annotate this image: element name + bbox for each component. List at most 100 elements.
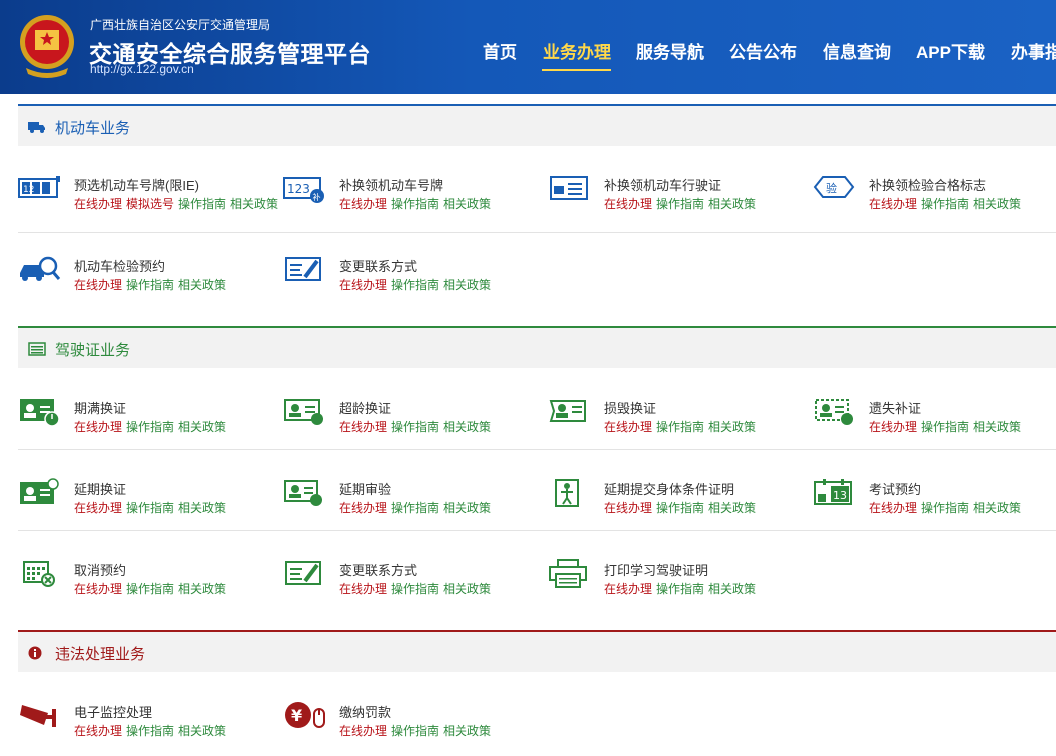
- online-link[interactable]: 在线办理: [869, 501, 917, 515]
- item-delay-health-proof[interactable]: 延期提交身体条件证明 在线办理 操作指南 相关政策: [548, 478, 808, 522]
- item-title[interactable]: 遗失补证: [869, 398, 921, 417]
- item-title[interactable]: 取消预约: [74, 560, 126, 579]
- item-title[interactable]: 变更联系方式: [339, 560, 417, 579]
- online-link[interactable]: 在线办理: [74, 197, 122, 211]
- nav-home[interactable]: 首页: [483, 38, 517, 63]
- item-replace-inspection-mark[interactable]: 验 补换领检验合格标志 在线办理 操作指南 相关政策: [813, 174, 1056, 218]
- online-link[interactable]: 在线办理: [604, 582, 652, 596]
- policy-link[interactable]: 相关政策: [708, 197, 756, 211]
- guide-link[interactable]: 操作指南: [178, 197, 226, 211]
- guide-link[interactable]: 操作指南: [126, 278, 174, 292]
- nav-info-query[interactable]: 信息查询: [823, 38, 891, 63]
- guide-link[interactable]: 操作指南: [126, 420, 174, 434]
- item-title[interactable]: 超龄换证: [339, 398, 391, 417]
- item-vehicle-change-contact[interactable]: 变更联系方式 在线办理 操作指南 相关政策: [283, 255, 543, 299]
- policy-link[interactable]: 相关政策: [178, 582, 226, 596]
- item-delay-renewal[interactable]: 延期换证 在线办理 操作指南 相关政策: [18, 478, 278, 522]
- nav-announcements[interactable]: 公告公布: [729, 38, 797, 63]
- item-pay-fine[interactable]: ¥ 缴纳罚款 在线办理 操作指南 相关政策: [283, 701, 543, 745]
- policy-link[interactable]: 相关政策: [443, 582, 491, 596]
- item-title[interactable]: 打印学习驾驶证明: [604, 560, 708, 579]
- policy-link[interactable]: 相关政策: [708, 420, 756, 434]
- item-title[interactable]: 考试预约: [869, 479, 921, 498]
- nav-guide[interactable]: 办事指: [1011, 38, 1056, 63]
- policy-link[interactable]: 相关政策: [443, 420, 491, 434]
- item-camera-violation[interactable]: 电子监控处理 在线办理 操作指南 相关政策: [18, 701, 278, 745]
- online-link[interactable]: 在线办理: [74, 420, 122, 434]
- online-link[interactable]: 在线办理: [339, 420, 387, 434]
- policy-link[interactable]: 相关政策: [178, 724, 226, 738]
- online-link[interactable]: 在线办理: [339, 582, 387, 596]
- policy-link[interactable]: 相关政策: [178, 501, 226, 515]
- policy-link[interactable]: 相关政策: [178, 420, 226, 434]
- item-cancel-booking[interactable]: 取消预约 在线办理 操作指南 相关政策: [18, 559, 278, 603]
- guide-link[interactable]: 操作指南: [656, 197, 704, 211]
- item-title[interactable]: 损毁换证: [604, 398, 656, 417]
- guide-link[interactable]: 操作指南: [921, 197, 969, 211]
- nav-app-download[interactable]: APP下载: [916, 38, 985, 63]
- policy-link[interactable]: 相关政策: [708, 501, 756, 515]
- item-replace-plate[interactable]: 123 补 补换领机动车号牌 在线办理 操作指南 相关政策: [283, 174, 543, 218]
- policy-link[interactable]: 相关政策: [230, 197, 278, 211]
- guide-link[interactable]: 操作指南: [921, 420, 969, 434]
- item-damaged-renewal[interactable]: 损毁换证 在线办理 操作指南 相关政策: [548, 397, 808, 441]
- item-title[interactable]: 延期提交身体条件证明: [604, 479, 734, 498]
- online-link[interactable]: 在线办理: [74, 724, 122, 738]
- item-delay-review[interactable]: 延期审验 在线办理 操作指南 相关政策: [283, 478, 543, 522]
- online-link[interactable]: 在线办理: [339, 278, 387, 292]
- policy-link[interactable]: 相关政策: [973, 501, 1021, 515]
- guide-link[interactable]: 操作指南: [126, 501, 174, 515]
- policy-link[interactable]: 相关政策: [443, 724, 491, 738]
- guide-link[interactable]: 操作指南: [126, 724, 174, 738]
- item-title[interactable]: 预选机动车号牌(限IE): [74, 175, 199, 194]
- item-preselect-plate[interactable]: 12 预选机动车号牌(限IE) 在线办理 模拟选号 操作指南 相关政策: [18, 174, 278, 218]
- online-link[interactable]: 在线办理: [604, 420, 652, 434]
- item-print-learner-cert[interactable]: 打印学习驾驶证明 在线办理 操作指南 相关政策: [548, 559, 808, 603]
- item-title[interactable]: 延期换证: [74, 479, 126, 498]
- nav-business[interactable]: 业务办理: [543, 38, 611, 63]
- policy-link[interactable]: 相关政策: [443, 197, 491, 211]
- guide-link[interactable]: 操作指南: [391, 197, 439, 211]
- policy-link[interactable]: 相关政策: [973, 197, 1021, 211]
- guide-link[interactable]: 操作指南: [391, 420, 439, 434]
- online-link[interactable]: 在线办理: [339, 197, 387, 211]
- item-lost-replacement[interactable]: 遗失补证 在线办理 操作指南 相关政策: [813, 397, 1056, 441]
- guide-link[interactable]: 操作指南: [391, 724, 439, 738]
- item-title[interactable]: 补换领检验合格标志: [869, 175, 986, 194]
- guide-link[interactable]: 操作指南: [656, 501, 704, 515]
- guide-link[interactable]: 操作指南: [391, 582, 439, 596]
- online-link[interactable]: 在线办理: [869, 420, 917, 434]
- item-title[interactable]: 电子监控处理: [74, 702, 152, 721]
- guide-link[interactable]: 操作指南: [126, 582, 174, 596]
- item-title[interactable]: 期满换证: [74, 398, 126, 417]
- item-exam-booking[interactable]: 13 考试预约 在线办理 操作指南 相关政策: [813, 478, 1056, 522]
- online-link[interactable]: 在线办理: [339, 501, 387, 515]
- nav-service-guide[interactable]: 服务导航: [636, 38, 704, 63]
- guide-link[interactable]: 操作指南: [921, 501, 969, 515]
- guide-link[interactable]: 操作指南: [656, 420, 704, 434]
- online-link[interactable]: 在线办理: [339, 724, 387, 738]
- online-link[interactable]: 在线办理: [869, 197, 917, 211]
- online-link[interactable]: 在线办理: [74, 582, 122, 596]
- item-license-change-contact[interactable]: 变更联系方式 在线办理 操作指南 相关政策: [283, 559, 543, 603]
- item-title[interactable]: 变更联系方式: [339, 256, 417, 275]
- policy-link[interactable]: 相关政策: [443, 501, 491, 515]
- policy-link[interactable]: 相关政策: [973, 420, 1021, 434]
- item-title[interactable]: 延期审验: [339, 479, 391, 498]
- online-link[interactable]: 在线办理: [74, 501, 122, 515]
- guide-link[interactable]: 操作指南: [391, 501, 439, 515]
- item-expiry-renewal[interactable]: 期满换证 在线办理 操作指南 相关政策: [18, 397, 278, 441]
- item-title[interactable]: 机动车检验预约: [74, 256, 165, 275]
- online-link[interactable]: 在线办理: [604, 197, 652, 211]
- policy-link[interactable]: 相关政策: [178, 278, 226, 292]
- online-link[interactable]: 在线办理: [604, 501, 652, 515]
- mock-select-link[interactable]: 模拟选号: [126, 197, 174, 211]
- item-title[interactable]: 补换领机动车行驶证: [604, 175, 721, 194]
- guide-link[interactable]: 操作指南: [391, 278, 439, 292]
- item-inspection-booking[interactable]: 机动车检验预约 在线办理 操作指南 相关政策: [18, 255, 278, 299]
- online-link[interactable]: 在线办理: [74, 278, 122, 292]
- item-replace-vehicle-license[interactable]: 补换领机动车行驶证 在线办理 操作指南 相关政策: [548, 174, 808, 218]
- guide-link[interactable]: 操作指南: [656, 582, 704, 596]
- policy-link[interactable]: 相关政策: [443, 278, 491, 292]
- item-title[interactable]: 补换领机动车号牌: [339, 175, 443, 194]
